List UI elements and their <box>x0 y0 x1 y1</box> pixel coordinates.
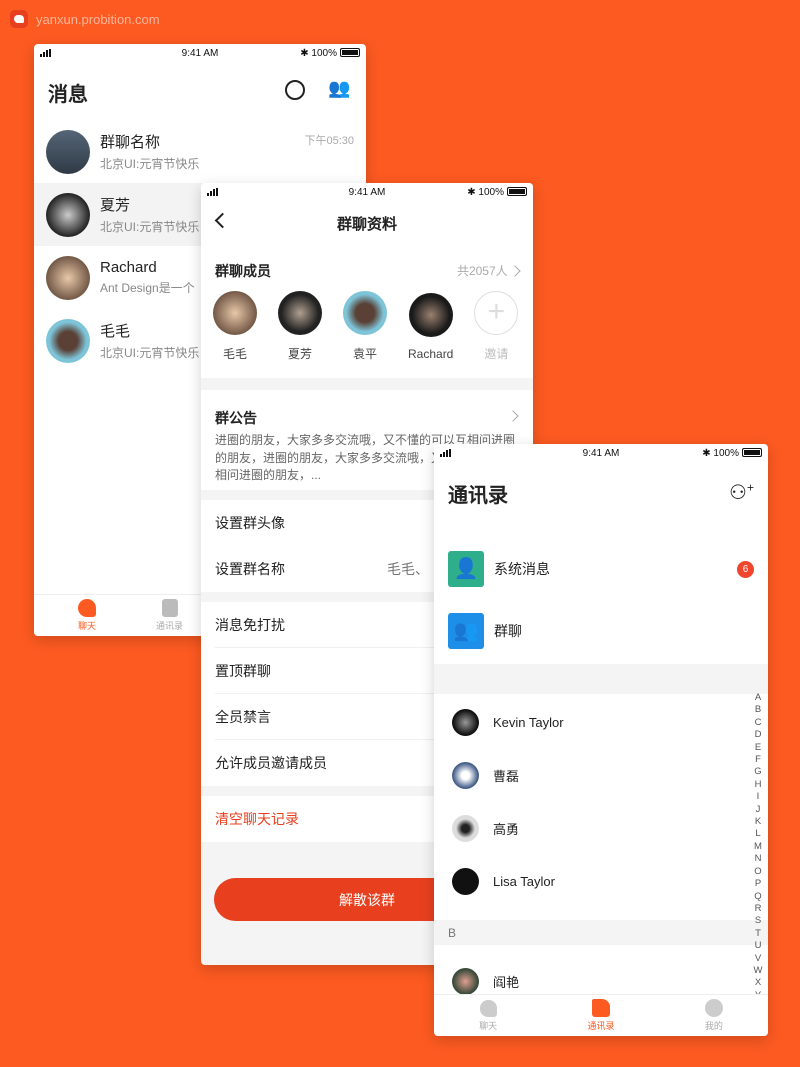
list-item[interactable]: 群聊名称 北京UI:元宵节快乐 下午05:30 <box>34 120 366 183</box>
index-letter[interactable]: P <box>752 878 764 890</box>
battery-icon <box>742 448 762 458</box>
contact-item[interactable]: Kevin Taylor <box>434 696 744 749</box>
contacts-tab-icon <box>591 999 610 1017</box>
logo-icon <box>10 10 28 28</box>
tab-chat[interactable]: 聊天 <box>479 999 497 1032</box>
member-avatar[interactable]: 袁平 <box>343 291 387 362</box>
index-letter[interactable]: M <box>752 841 764 853</box>
status-bar: 9:41 AM ✱ 100% <box>201 183 533 201</box>
index-letter[interactable]: U <box>752 940 764 952</box>
index-letter[interactable]: S <box>752 915 764 927</box>
chevron-right-icon <box>509 265 521 277</box>
tab-me[interactable]: 我的 <box>704 999 723 1032</box>
index-letter[interactable]: E <box>752 742 764 754</box>
index-letter[interactable]: G <box>752 766 764 778</box>
tab-chat[interactable]: 聊天 <box>78 599 96 632</box>
index-letter[interactable]: C <box>752 717 764 729</box>
index-letter[interactable]: T <box>752 928 764 940</box>
contacts-screen: 9:41 AM ✱ 100% 通讯录 ⚇+ 👤 系统消息 6 👥 群聊 Kevin… <box>434 444 768 1036</box>
index-letter[interactable]: R <box>752 903 764 915</box>
index-letter[interactable]: L <box>752 828 764 840</box>
signal-icon <box>40 49 51 57</box>
system-messages-item[interactable]: 👤 系统消息 6 <box>434 538 768 600</box>
members-label: 群聊成员 <box>215 263 271 279</box>
index-letter[interactable]: Q <box>752 891 764 903</box>
bluetooth-icon: ✱ <box>300 47 312 59</box>
avatar <box>46 192 90 237</box>
bluetooth-icon: ✱ <box>702 447 714 459</box>
member-avatar[interactable]: 夏芳 <box>278 291 322 362</box>
status-bar: 9:41 AM ✱ 100% <box>34 44 366 62</box>
member-avatar[interactable]: Rachard <box>408 292 453 361</box>
tab-contacts[interactable]: 通讯录 <box>156 599 183 632</box>
index-letter[interactable]: B <box>752 704 764 716</box>
index-letter[interactable]: W <box>752 965 764 977</box>
members-count-link[interactable]: 共2057人 <box>457 262 521 279</box>
contact-item[interactable]: 阎艳 <box>452 968 519 995</box>
page-title: 消息 <box>48 84 88 106</box>
battery-icon <box>340 48 360 58</box>
battery-icon <box>507 187 527 197</box>
page-title: 群聊资料 <box>336 216 397 233</box>
tab-contacts[interactable]: 通讯录 <box>587 999 615 1032</box>
signal-icon <box>207 188 218 196</box>
member-avatar[interactable]: 毛毛 <box>213 291 257 362</box>
contacts-icon[interactable]: 👥 <box>328 78 350 99</box>
status-bar: 9:41 AM ✱ 100% <box>434 444 768 462</box>
plus-icon: + <box>474 291 519 335</box>
unread-badge: 6 <box>737 560 754 578</box>
group-chat-icon: 👥 <box>448 613 484 649</box>
alphabet-index[interactable]: ABCDEFGHIJKLMNOPQRSTUVWXY <box>752 692 764 994</box>
avatar <box>46 318 90 363</box>
index-letter[interactable]: H <box>752 779 764 791</box>
avatar <box>46 129 90 174</box>
index-letter[interactable]: O <box>752 866 764 878</box>
tab-bar: 聊天 通讯录 我的 <box>434 994 768 1036</box>
contact-item[interactable]: 曹磊 <box>434 749 744 802</box>
group-chats-item[interactable]: 👥 群聊 <box>434 600 768 662</box>
index-letter[interactable]: K <box>752 816 764 828</box>
index-letter[interactable]: N <box>752 853 764 865</box>
index-letter[interactable]: J <box>752 804 764 816</box>
chat-icon <box>479 999 497 1017</box>
system-messages-icon: 👤 <box>448 551 484 587</box>
index-letter[interactable]: D <box>752 729 764 741</box>
smiley-icon[interactable] <box>285 80 305 100</box>
add-user-icon[interactable]: ⚇+ <box>729 480 754 505</box>
page-title: 通讯录 <box>448 485 508 507</box>
index-letter[interactable]: X <box>752 977 764 989</box>
signal-icon <box>440 449 451 457</box>
contact-item[interactable]: Lisa Taylor <box>434 855 744 908</box>
smiley-icon <box>704 999 723 1017</box>
index-letter[interactable]: A <box>752 692 764 704</box>
index-letter[interactable]: I <box>752 791 764 803</box>
avatar <box>46 255 90 300</box>
section-header: B <box>434 920 768 945</box>
bluetooth-icon: ✱ <box>467 186 479 198</box>
chat-icon <box>78 599 96 617</box>
watermark: yanxun.probition.com <box>10 10 160 28</box>
index-letter[interactable]: F <box>752 754 764 766</box>
contact-item[interactable]: 高勇 <box>434 802 744 855</box>
contacts-tab-icon <box>161 599 178 617</box>
index-letter[interactable]: V <box>752 953 764 965</box>
invite-button[interactable]: + 邀请 <box>474 291 519 362</box>
